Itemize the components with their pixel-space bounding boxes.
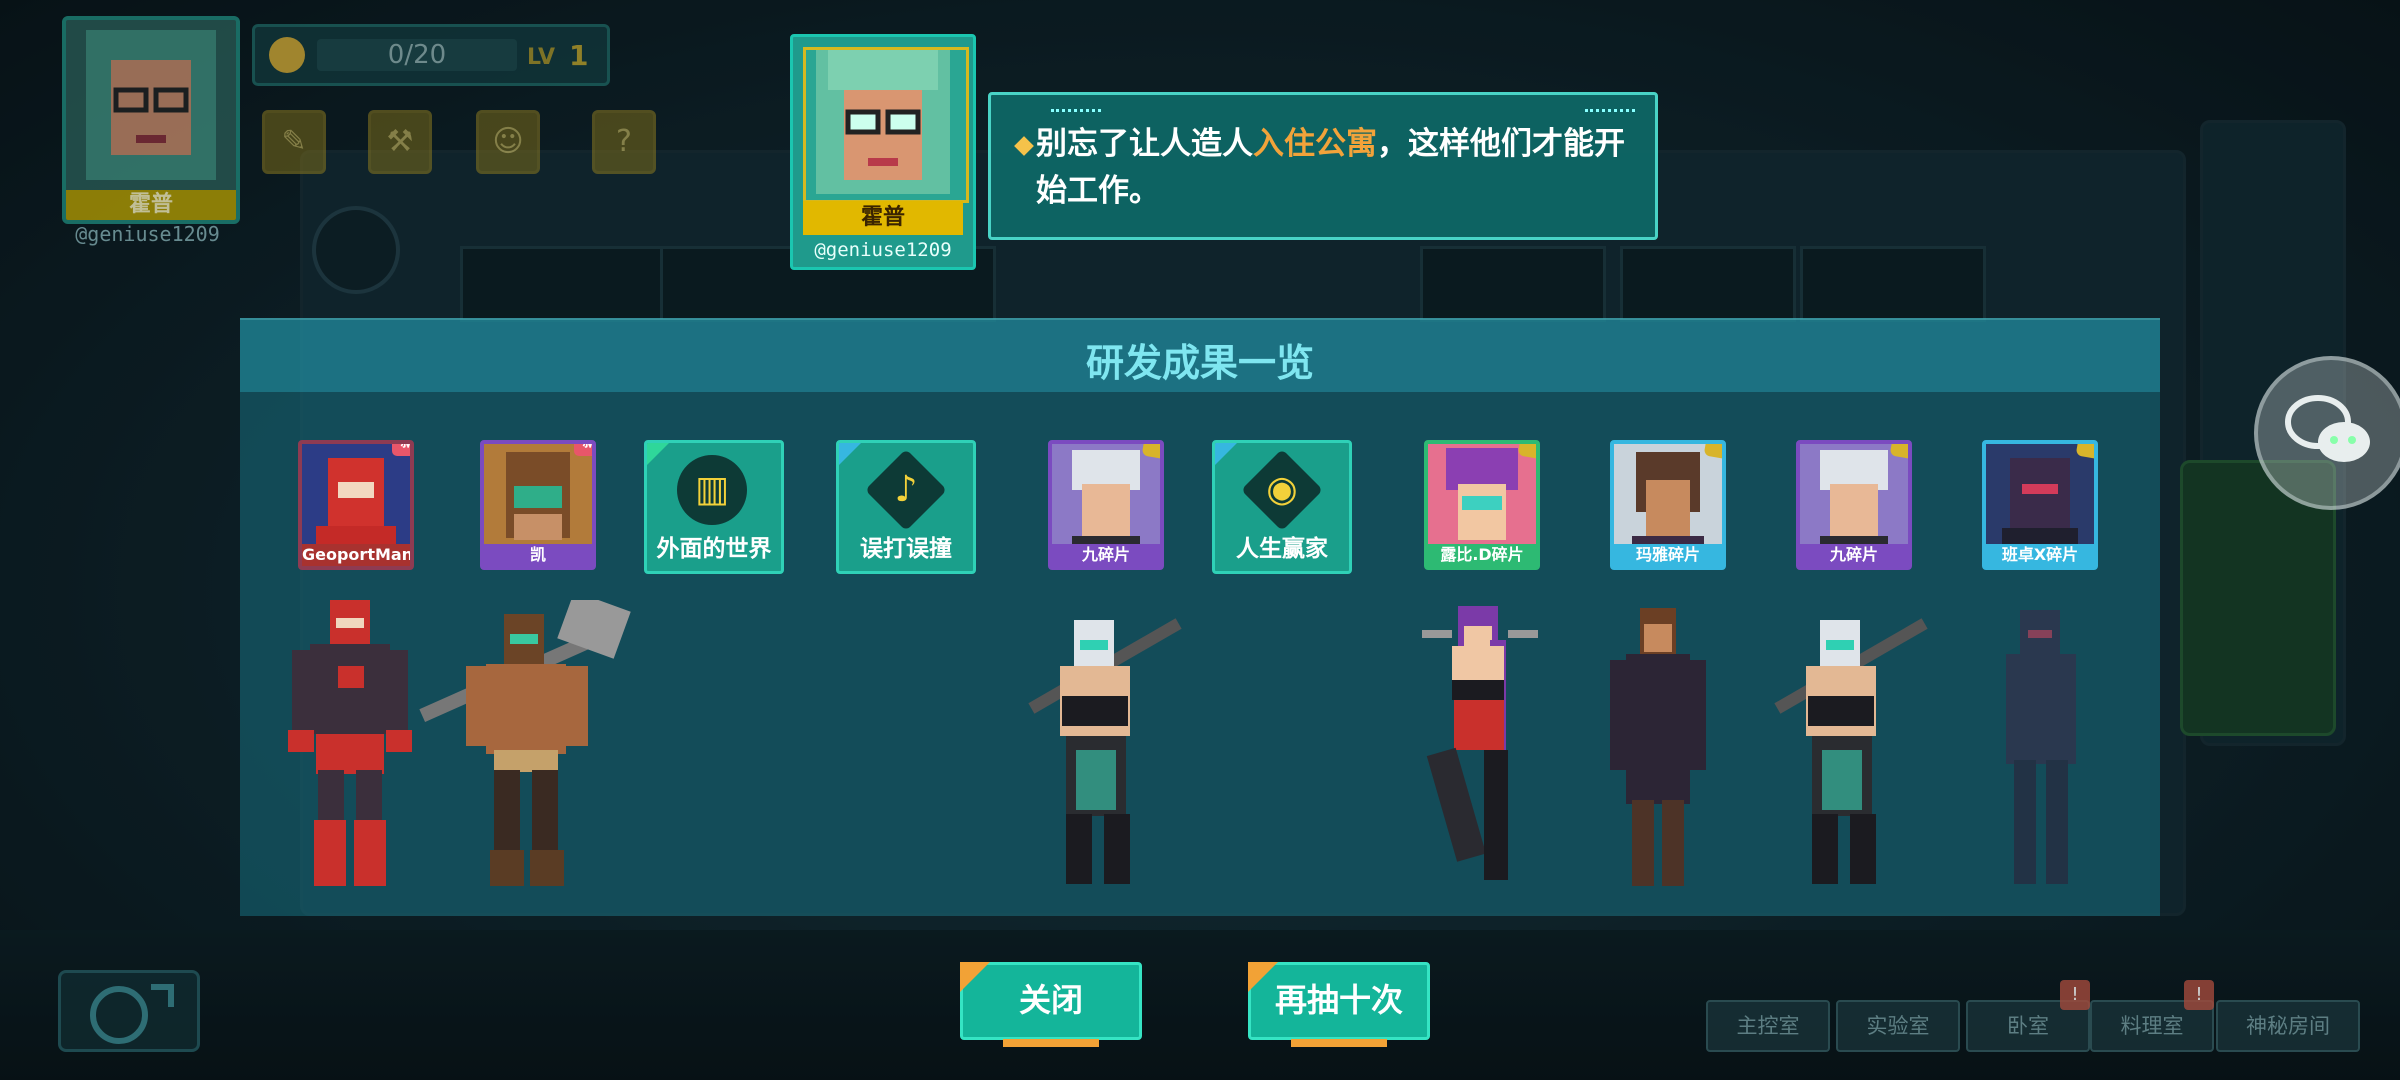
alert-badge: ! — [2060, 980, 2090, 1010]
npc-handle: @geniuse1209 — [814, 239, 952, 261]
room-tab-main[interactable]: 主控室 — [1706, 1000, 1830, 1052]
room-tab-bedroom[interactable]: 卧室! — [1966, 980, 2090, 1052]
dialog-pointer-icon — [1014, 136, 1034, 156]
close-button[interactable]: 关闭 — [960, 962, 1142, 1047]
npc-portrait-card: 霍普 @geniuse1209 — [790, 34, 976, 270]
result-card-maya-fragment[interactable]: 玛雅碎片 — [1610, 440, 1726, 570]
result-card-banjo-fragment[interactable]: 班卓X碎片 — [1982, 440, 2098, 570]
card-label: 班卓X碎片 — [1986, 544, 2094, 566]
card-label: GeoportMan — [302, 544, 414, 566]
chat-bubble-icon — [2285, 395, 2370, 462]
ruby-sprite — [1422, 606, 1538, 880]
results-panel: 研发成果一览 GeoportMan 新 凯 新 ▥ 外面的世界 ♪ 误打误撞 九… — [240, 318, 2160, 916]
dialog-highlight: 入住公寓 — [1253, 126, 1377, 162]
result-card-accident[interactable]: ♪ 误打误撞 — [836, 440, 976, 574]
nine-sprite-2 — [1774, 618, 1928, 884]
tool-button[interactable]: ⚒ — [368, 110, 432, 174]
geoportman-sprite — [288, 600, 412, 886]
horn-icon: ♪ — [864, 448, 948, 532]
help-icon: ? — [616, 124, 632, 159]
world-map-button[interactable] — [58, 970, 200, 1052]
card-label: 玛雅碎片 — [1614, 544, 1722, 566]
room-tab-lab[interactable]: 实验室 — [1836, 1000, 1960, 1052]
result-card-nine-fragment-2[interactable]: 九碎片 — [1796, 440, 1912, 570]
result-card-geoportman[interactable]: GeoportMan 新 — [298, 440, 414, 570]
chat-button[interactable] — [2254, 356, 2400, 510]
card-label: 九碎片 — [1800, 544, 1908, 566]
smile-icon: ☺ — [492, 124, 524, 159]
alert-badge: ! — [2184, 980, 2214, 1010]
mood-bar: 0/20 LV 1 — [252, 24, 610, 86]
card-label: 误打误撞 — [860, 536, 952, 562]
panel-title: 研发成果一览 — [1085, 341, 1314, 385]
result-card-life-winner[interactable]: ◉ 人生赢家 — [1212, 440, 1352, 574]
card-label: 人生赢家 — [1236, 536, 1328, 562]
card-label: 外面的世界 — [656, 536, 772, 562]
maya-sprite — [1610, 608, 1706, 886]
dialog-text: 别忘了让人造人入住公寓，这样他们才能开始工作。 — [1036, 126, 1625, 209]
room-tab-mystery[interactable]: 神秘房间 — [2216, 1000, 2360, 1052]
note-icon: ✎ — [281, 124, 307, 159]
level-value: 1 — [569, 39, 589, 72]
player-handle: @geniuse1209 — [75, 222, 220, 246]
card-label: 九碎片 — [1052, 544, 1160, 566]
draw-ten-button[interactable]: 再抽十次 — [1248, 962, 1430, 1047]
card-label: 露比.D碎片 — [1428, 544, 1536, 566]
player-portrait — [86, 30, 216, 180]
kai-sprite — [419, 600, 631, 886]
level-label: LV — [527, 45, 556, 70]
globe-icon — [90, 984, 174, 1044]
nine-sprite — [1028, 618, 1182, 884]
suitcase-icon: ▥ — [677, 455, 747, 525]
mood-value: 0/20 — [387, 40, 447, 70]
smiley-icon — [269, 37, 305, 73]
help-button[interactable]: ? — [592, 110, 656, 174]
smile-button[interactable]: ☺ — [476, 110, 540, 174]
new-badge: 新 — [392, 444, 410, 456]
npc-name: 霍普 — [803, 201, 963, 235]
banjo-sprite — [2006, 610, 2076, 884]
result-card-nine-fragment[interactable]: 九碎片 — [1048, 440, 1164, 570]
new-badge: 新 — [574, 444, 592, 456]
note-button[interactable]: ✎ — [262, 110, 326, 174]
npc-portrait — [816, 50, 950, 194]
result-card-kai[interactable]: 凯 新 — [480, 440, 596, 570]
card-label: 凯 — [484, 544, 592, 566]
result-card-ruby-fragment[interactable]: 露比.D碎片 — [1424, 440, 1540, 570]
room-tab-kitchen[interactable]: 料理室! — [2090, 980, 2214, 1052]
player-avatar[interactable]: 霍普 — [62, 16, 240, 224]
result-card-outside-world[interactable]: ▥ 外面的世界 — [644, 440, 784, 574]
dialog-box[interactable]: 别忘了让人造人入住公寓，这样他们才能开始工作。 — [988, 92, 1658, 240]
player-name: 霍普 — [66, 190, 236, 220]
tool-icon: ⚒ — [386, 124, 414, 159]
mask-icon: ◉ — [1240, 448, 1324, 532]
